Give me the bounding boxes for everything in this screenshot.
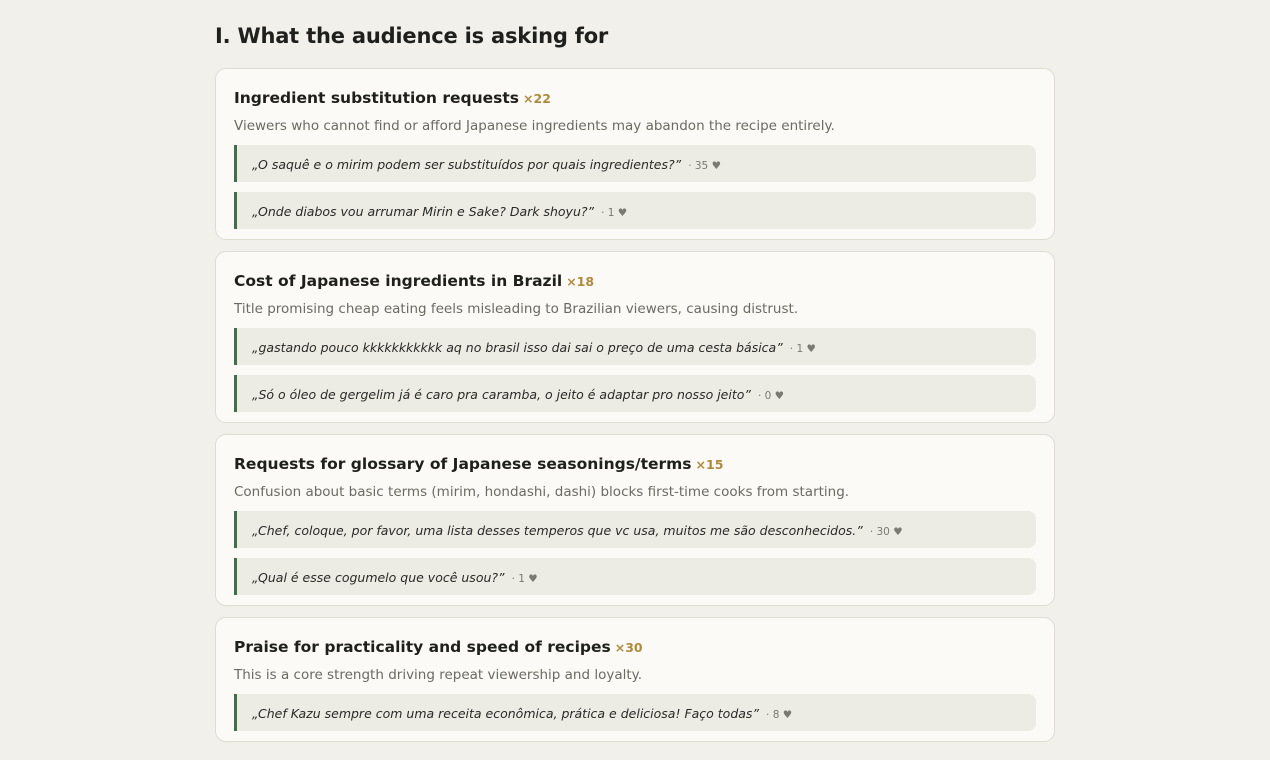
quote-item: „Chef Kazu sempre com uma receita econôm…	[234, 694, 1036, 731]
quote-text: „Só o óleo de gergelim já é caro pra car…	[252, 387, 751, 402]
count-badge: ×30	[614, 640, 643, 655]
card-header: Praise for practicality and speed of rec…	[234, 636, 1036, 658]
quote-item: „Qual é esse cogumelo que você usou?” · …	[234, 558, 1036, 595]
heart-icon: ♥	[782, 709, 793, 721]
likes-count: · 1	[511, 573, 525, 585]
quote-text: „Chef, coloque, por favor, uma lista des…	[252, 523, 863, 538]
likes-count: · 1	[601, 207, 615, 219]
quote-text: „gastando pouco kkkkkkkkkkk aq no brasil…	[252, 340, 783, 355]
quote-item: „Chef, coloque, por favor, uma lista des…	[234, 511, 1036, 548]
quote-likes: · 1 ♥	[512, 573, 538, 585]
quote-item: „Onde diabos vou arrumar Mirin e Sake? D…	[234, 192, 1036, 229]
quote-item: „O saquê e o mirim podem ser substituído…	[234, 145, 1036, 182]
quote-list: „gastando pouco kkkkkkkkkkk aq no brasil…	[234, 328, 1036, 412]
quote-likes: · 35 ♥	[688, 160, 721, 172]
likes-count: · 35	[688, 160, 709, 172]
card-description: Viewers who cannot find or afford Japane…	[234, 118, 835, 134]
quote-likes: · 30 ♥	[870, 526, 903, 538]
likes-count: · 30	[869, 526, 890, 538]
quote-text: „Qual é esse cogumelo que você usou?”	[252, 570, 505, 585]
section-title: I. What the audience is asking for	[215, 24, 609, 48]
quote-list: „Chef, coloque, por favor, uma lista des…	[234, 511, 1036, 595]
quote-likes: · 0 ♥	[758, 390, 784, 402]
quote-item: „gastando pouco kkkkkkkkkkk aq no brasil…	[234, 328, 1036, 365]
quote-likes: · 1 ♥	[790, 343, 816, 355]
card-header: Requests for glossary of Japanese season…	[234, 453, 1036, 475]
heart-icon: ♥	[893, 526, 903, 538]
likes-count: · 1	[789, 343, 804, 355]
count-badge: ×15	[695, 457, 724, 472]
quote-likes: · 1 ♥	[601, 207, 627, 219]
card-header: Ingredient substitution requests ×22	[234, 87, 1036, 109]
count-badge: ×18	[566, 274, 595, 289]
heart-icon: ♥	[711, 160, 721, 172]
count-badge: ×22	[523, 91, 551, 106]
heart-icon: ♥	[617, 207, 628, 219]
likes-count: · 8	[766, 709, 780, 721]
card-description: This is a core strength driving repeat v…	[234, 667, 643, 683]
card-description: Confusion about basic terms (mirim, hond…	[234, 484, 850, 500]
quote-text: „O saquê e o mirim podem ser substituído…	[252, 157, 682, 172]
card-title: Praise for practicality and speed of rec…	[234, 638, 611, 656]
card-title: Ingredient substitution requests	[234, 89, 520, 107]
insight-card: Requests for glossary of Japanese season…	[215, 434, 1055, 606]
heart-icon: ♥	[774, 390, 785, 402]
heart-icon: ♥	[806, 343, 816, 355]
card-title: Cost of Japanese ingredients in Brazil	[234, 272, 563, 290]
quote-list: „Chef Kazu sempre com uma receita econôm…	[234, 694, 1036, 731]
quote-item: „Só o óleo de gergelim já é caro pra car…	[234, 375, 1036, 412]
insight-card: Ingredient substitution requests ×22 View…	[215, 68, 1055, 240]
quote-text: „Onde diabos vou arrumar Mirin e Sake? D…	[252, 204, 594, 219]
page-content: I. What the audience is asking for Ingre…	[215, 0, 1055, 753]
insight-card: Cost of Japanese ingredients in Brazil ×1…	[215, 251, 1055, 423]
quote-text: „Chef Kazu sempre com uma receita econôm…	[252, 706, 759, 721]
card-description: Title promising cheap eating feels misle…	[234, 301, 799, 317]
quote-likes: · 8 ♥	[766, 709, 792, 721]
quote-list: „O saquê e o mirim podem ser substituído…	[234, 145, 1036, 229]
heart-icon: ♥	[528, 573, 538, 585]
likes-count: · 0	[757, 390, 772, 402]
card-title: Requests for glossary of Japanese season…	[234, 455, 692, 473]
insight-card: Praise for practicality and speed of rec…	[215, 617, 1055, 742]
card-header: Cost of Japanese ingredients in Brazil ×1…	[234, 270, 1036, 292]
